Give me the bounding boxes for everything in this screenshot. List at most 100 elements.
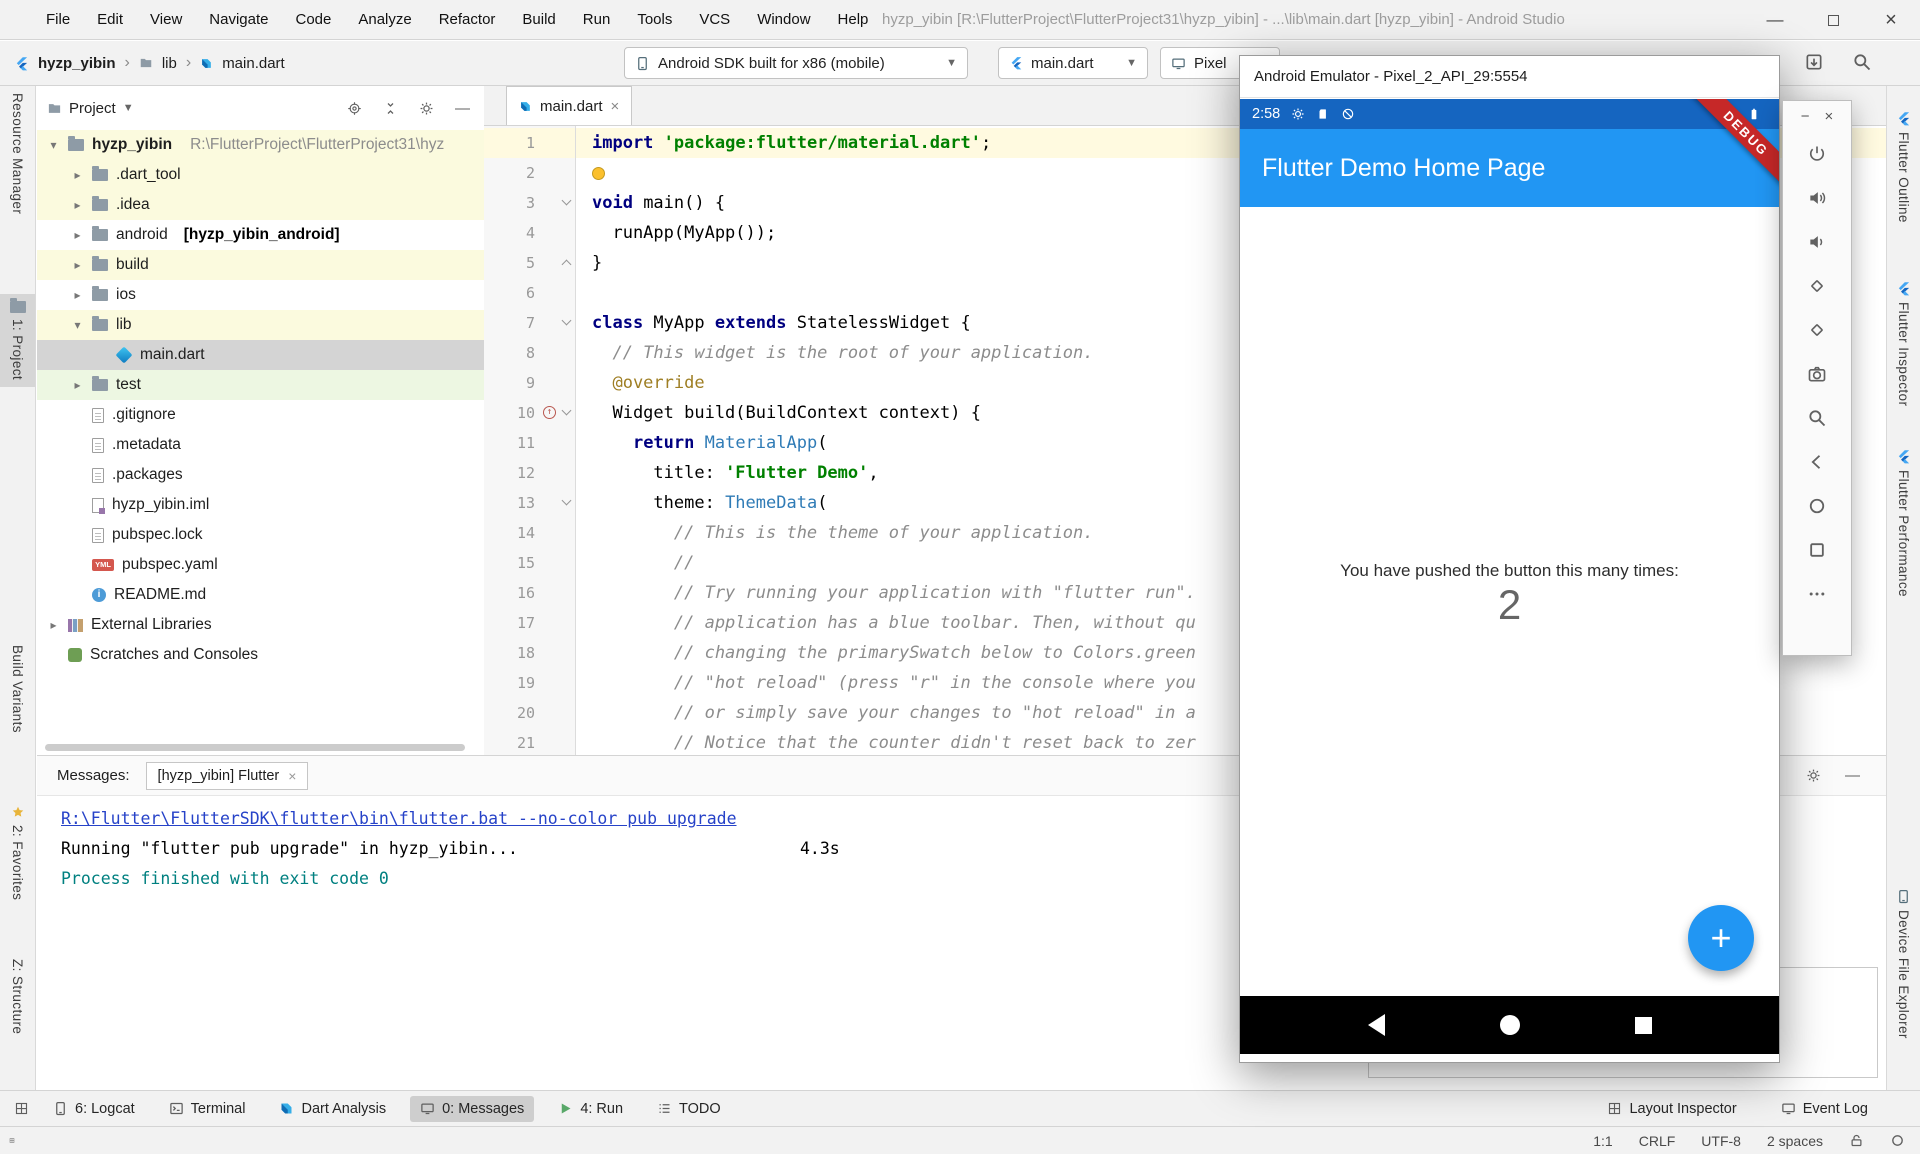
sdk-manager-icon[interactable] [1804,52,1824,72]
menu-vcs[interactable]: VCS [699,11,730,28]
readonly-lock-icon[interactable] [1849,1133,1864,1148]
chevron-right-icon[interactable]: ▸ [71,168,84,182]
tree-item-metadata[interactable]: .metadata [37,430,484,460]
caret-position[interactable]: 1:1 [1593,1133,1612,1149]
tool-button-6-logcat[interactable]: 6: Logcat [43,1096,145,1122]
tool-button-0-messages[interactable]: 0: Messages [410,1096,534,1122]
tool-button-dart-analysis[interactable]: Dart Analysis [269,1096,396,1122]
horizontal-scrollbar[interactable] [45,744,465,751]
minimize-button[interactable]: — [1746,0,1804,40]
tree-item-pubspec-yaml[interactable]: YMLpubspec.yaml [37,550,484,580]
close-tab-icon[interactable]: × [288,768,296,784]
menu-file[interactable]: File [46,11,70,28]
tool-button-event-log[interactable]: Event Log [1771,1096,1878,1122]
indicator-icon[interactable] [1890,1133,1905,1148]
emulator-back-button[interactable] [1783,440,1851,484]
fold-up-icon[interactable] [562,260,572,270]
nav-overview-icon[interactable] [1635,1017,1652,1034]
sidebar-item-project[interactable]: 1: Project [0,294,35,387]
tree-item-packages[interactable]: .packages [37,460,484,490]
breadcrumb-file[interactable]: main.dart [222,55,285,72]
chevron-right-icon[interactable]: ▸ [71,288,84,302]
encoding-indicator[interactable]: UTF-8 [1701,1133,1741,1149]
emulator-home-button[interactable] [1783,484,1851,528]
tab-flutter-console[interactable]: [hyzp_yibin] Flutter × [146,762,309,790]
chevron-down-icon[interactable]: ▾ [71,318,84,332]
fold-down-icon[interactable] [562,196,572,206]
fold-down-icon[interactable] [562,316,572,326]
sidebar-item-flutter-outline[interactable]: Flutter Outline [1887,104,1920,230]
emulator-zoom-button[interactable] [1783,396,1851,440]
search-everywhere-icon[interactable] [1852,52,1872,72]
breadcrumb-project[interactable]: hyzp_yibin [38,55,116,72]
override-marker-icon[interactable]: ↑ [543,406,556,419]
emulator-title-bar[interactable]: Android Emulator - Pixel_2_API_29:5554 [1240,56,1779,98]
emulator-volume-up-button[interactable] [1783,176,1851,220]
device-selector[interactable]: Android SDK built for x86 (mobile) ▼ [624,47,968,79]
menu-code[interactable]: Code [295,11,331,28]
tree-item-hyzp-yibin-iml[interactable]: hyzp_yibin.iml [37,490,484,520]
chevron-right-icon[interactable]: ▸ [71,198,84,212]
sidebar-item-structure[interactable]: Z: Structure [0,952,35,1041]
chevron-right-icon[interactable]: ▸ [71,258,84,272]
toolwindow-bars-icon[interactable] [14,1101,29,1116]
nav-home-icon[interactable] [1500,1015,1520,1035]
menu-navigate[interactable]: Navigate [209,11,268,28]
sidebar-item-device-file-explorer[interactable]: Device File Explorer [1887,882,1920,1046]
tree-item-scratches-and-consoles[interactable]: Scratches and Consoles [37,640,484,670]
console-command-link[interactable]: R:\Flutter\FlutterSDK\flutter\bin\flutte… [61,809,737,828]
menu-view[interactable]: View [150,11,182,28]
fab-button[interactable]: + [1688,905,1754,971]
chevron-right-icon[interactable]: ▸ [47,618,60,632]
emulator-minimize-button[interactable]: − [1801,108,1810,125]
project-panel-title[interactable]: Project [69,100,116,117]
tree-item-ios[interactable]: ▸ios [37,280,484,310]
fold-down-icon[interactable] [562,496,572,506]
menu-help[interactable]: Help [838,11,869,28]
menu-tools[interactable]: Tools [637,11,672,28]
chevron-right-icon[interactable]: ▸ [71,378,84,392]
locate-file-icon[interactable] [347,101,362,116]
close-tab-icon[interactable]: × [611,98,620,115]
emulator-rotate-right-button[interactable] [1783,308,1851,352]
menu-edit[interactable]: Edit [97,11,123,28]
line-ending-indicator[interactable]: CRLF [1639,1133,1676,1149]
menu-build[interactable]: Build [522,11,555,28]
tool-button-layout-inspector[interactable]: Layout Inspector [1597,1096,1746,1122]
chevron-down-icon[interactable]: ▾ [47,138,60,152]
emulator-screen[interactable]: 2:58 DEBUG Flutter Demo Home Page You ha… [1240,99,1779,1054]
sidebar-item-flutter-inspector[interactable]: Flutter Inspector [1887,274,1920,413]
intention-bulb-icon[interactable] [592,167,605,180]
tree-item-hyzp-yibin[interactable]: ▾hyzp_yibinR:\FlutterProject\FlutterProj… [37,130,484,160]
emulator-rotate-left-button[interactable] [1783,264,1851,308]
nav-back-icon[interactable] [1368,1014,1385,1036]
toolwindow-toggle-icon[interactable] [0,1133,15,1148]
tool-button-4-run[interactable]: 4: Run [548,1096,633,1122]
emulator-overview-button[interactable] [1783,528,1851,572]
menu-refactor[interactable]: Refactor [439,11,496,28]
hide-panel-button[interactable]: — [455,100,470,117]
gear-icon[interactable] [1806,768,1821,783]
menu-run[interactable]: Run [583,11,611,28]
emulator-more-button[interactable] [1783,572,1851,616]
maximize-button[interactable] [1804,0,1862,40]
indent-indicator[interactable]: 2 spaces [1767,1133,1823,1149]
tree-item-dart-tool[interactable]: ▸.dart_tool [37,160,484,190]
sidebar-item-flutter-performance[interactable]: Flutter Performance [1887,442,1920,604]
emulator-camera-button[interactable] [1783,352,1851,396]
emulator-volume-down-button[interactable] [1783,220,1851,264]
tool-button-todo[interactable]: TODO [647,1096,731,1122]
tree-item-pubspec-lock[interactable]: pubspec.lock [37,520,484,550]
tool-button-terminal[interactable]: Terminal [159,1096,256,1122]
chevron-right-icon[interactable]: ▸ [71,228,84,242]
tree-item-readme-md[interactable]: iREADME.md [37,580,484,610]
tree-item-test[interactable]: ▸test [37,370,484,400]
sidebar-item-favorites[interactable]: 2: Favorites [0,798,35,907]
hide-panel-button[interactable]: — [1845,767,1860,784]
sidebar-item-build-variants[interactable]: Build Variants [0,638,35,740]
emulator-close-button[interactable]: × [1825,108,1834,125]
menu-analyze[interactable]: Analyze [358,11,411,28]
collapse-all-icon[interactable] [383,101,398,116]
tree-item-idea[interactable]: ▸.idea [37,190,484,220]
tree-item-gitignore[interactable]: .gitignore [37,400,484,430]
